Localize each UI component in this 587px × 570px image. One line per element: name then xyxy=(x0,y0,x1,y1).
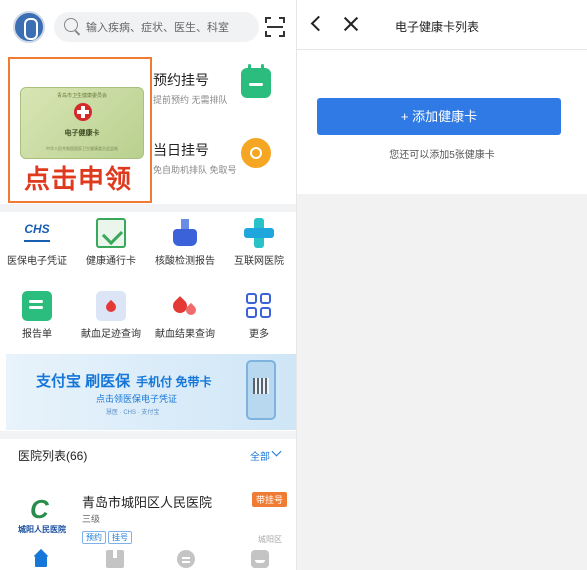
card-issuer: 青岛市卫生健康委员会 xyxy=(56,93,107,99)
divider xyxy=(0,431,296,439)
chat-icon[interactable] xyxy=(177,550,195,568)
quick-action-title: 预约挂号 xyxy=(153,72,209,88)
remaining-cards-hint: 您还可以添加5张健康卡 xyxy=(389,150,495,161)
hospital-logo: C 城阳人民医院 xyxy=(18,490,66,534)
service-health-pass[interactable]: 健康通行卡 xyxy=(74,210,148,280)
home-icon[interactable] xyxy=(32,550,50,568)
all-filter-link[interactable]: 全部 xyxy=(250,448,270,463)
service-label: 健康通行卡 xyxy=(86,256,136,267)
top-bar: 输入疾病、症状、医生、科室 xyxy=(0,0,296,52)
banner-headline: 支付宝 刷医保 手机付 免带卡 xyxy=(36,373,212,390)
search-placeholder[interactable]: 输入疾病、症状、医生、科室 xyxy=(86,19,229,35)
card-icon[interactable] xyxy=(106,550,124,568)
card-title: 电子健康卡 xyxy=(64,130,100,137)
chs-insurance-icon: CHS xyxy=(22,218,52,248)
bottom-tab-bar xyxy=(0,544,296,570)
report-icon xyxy=(22,291,52,321)
hospital-badge: 带挂号 xyxy=(252,492,288,507)
hospital-tag: 预约 xyxy=(82,531,106,544)
service-blood-result[interactable]: 献血结果查询 xyxy=(148,283,222,353)
service-label: 更多 xyxy=(249,329,269,340)
search-icon xyxy=(64,18,78,32)
card-list-panel: + 添加健康卡 您还可以添加5张健康卡 xyxy=(297,50,587,194)
health-logo-icon xyxy=(13,11,45,43)
health-pass-icon xyxy=(96,218,126,248)
scan-icon[interactable] xyxy=(265,17,285,37)
health-card-promo[interactable]: 青岛市卫生健康委员会 电子健康卡 中华人民共和国国家卫生健康委员会监制 点击申领 xyxy=(8,57,152,203)
page-title: 电子健康卡列表 xyxy=(395,20,480,34)
service-label: 献血足迹查询 xyxy=(81,329,141,340)
search-bar[interactable]: 输入疾病、症状、医生、科室 xyxy=(54,12,259,42)
quick-action-appointment[interactable]: 预约挂号 提前预约 无需排队 xyxy=(153,60,296,120)
cross-icon xyxy=(244,218,274,248)
service-nucleic-report[interactable]: 核酸检测报告 xyxy=(148,210,222,280)
service-label: 核酸检测报告 xyxy=(155,256,215,267)
service-label: 互联网医院 xyxy=(234,256,284,267)
service-label: 医保电子凭证 xyxy=(7,256,67,267)
service-blood-record[interactable]: 献血足迹查询 xyxy=(74,283,148,353)
back-arrow-icon[interactable] xyxy=(310,15,327,32)
hospital-logo-text: 城阳人民医院 xyxy=(18,525,66,534)
quick-action-subtitle: 免自助机排队 免取号 xyxy=(153,165,237,175)
hospital-level: 三级 xyxy=(82,514,101,524)
hospital-list-title: 医院列表(66) xyxy=(18,449,88,463)
service-label: 报告单 xyxy=(22,329,52,340)
quick-action-title: 当日挂号 xyxy=(153,142,209,158)
quick-action-same-day[interactable]: 当日挂号 免自助机排队 免取号 xyxy=(153,130,296,190)
alipay-insurance-banner[interactable]: 支付宝 刷医保 手机付 免带卡 点击领医保电子凭证 慧医 · CHS · 支付宝 xyxy=(6,354,296,430)
hospital-logo-glyph: C xyxy=(30,494,49,524)
quick-action-subtitle: 提前预约 无需排队 xyxy=(153,95,228,105)
close-icon[interactable] xyxy=(343,16,359,32)
add-health-card-button[interactable]: + 添加健康卡 xyxy=(317,98,561,135)
home-screen: 输入疾病、症状、医生、科室 青岛市卫生健康委员会 电子健康卡 中华人民共和国国家… xyxy=(0,0,296,570)
service-label: 献血结果查询 xyxy=(155,329,215,340)
service-more[interactable]: 更多 xyxy=(222,283,296,353)
card-footer: 中华人民共和国国家卫生健康委员会监制 xyxy=(46,146,118,151)
sun-icon xyxy=(241,138,271,168)
health-card-image: 青岛市卫生健康委员会 电子健康卡 中华人民共和国国家卫生健康委员会监制 xyxy=(20,87,144,159)
service-internet-hospital[interactable]: 互联网医院 xyxy=(222,210,296,280)
blood-record-icon xyxy=(96,291,126,321)
phone-icon xyxy=(246,360,276,420)
chs-logo-text: CHS xyxy=(24,222,50,236)
banner-subline: 点击领医保电子凭证 xyxy=(96,394,178,404)
chevron-down-icon[interactable] xyxy=(271,446,282,457)
banner-headline-suffix: 手机付 免带卡 xyxy=(136,375,212,389)
nav-header: 电子健康卡列表 xyxy=(297,0,587,50)
flask-icon xyxy=(170,218,200,248)
hospital-name: 青岛市城阳区人民医院 xyxy=(82,495,213,510)
calendar-icon xyxy=(241,64,271,98)
hospital-list-header: 医院列表(66) 全部 xyxy=(0,440,296,470)
hospital-list-item[interactable]: C 城阳人民医院 青岛市城阳区人民医院 三级 带挂号 预约 挂号 城阳区 xyxy=(0,478,296,548)
blood-drops-icon xyxy=(170,291,200,321)
qr-code-icon xyxy=(253,378,269,394)
profile-icon[interactable] xyxy=(251,550,269,568)
hospital-tag: 挂号 xyxy=(108,531,132,544)
grid-more-icon xyxy=(244,291,274,321)
health-card-list-screen: 电子健康卡列表 + 添加健康卡 您还可以添加5张健康卡 xyxy=(297,0,587,570)
service-report[interactable]: 报告单 xyxy=(0,283,74,353)
red-cross-icon xyxy=(74,103,92,121)
claim-label[interactable]: 点击申领 xyxy=(24,159,132,196)
banner-partners: 慧医 · CHS · 支付宝 xyxy=(106,410,160,416)
service-insurance-voucher[interactable]: CHS 医保电子凭证 xyxy=(0,210,74,280)
